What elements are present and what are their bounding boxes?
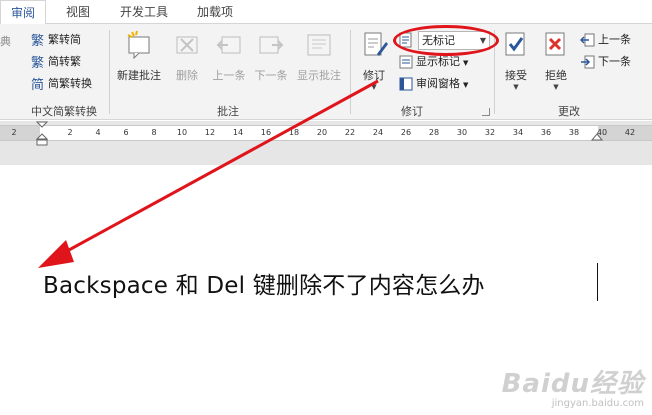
show-comments-button[interactable]: 显示批注 xyxy=(292,30,346,83)
ruler-tick: 32 xyxy=(484,128,496,137)
group-divider xyxy=(350,30,351,114)
reject-dropdown-arrow: ▼ xyxy=(553,83,559,91)
review-pane-dropdown-arrow: ▼ xyxy=(463,81,469,89)
ribbon: 典 繁繁转简 繁简转繁 简简繁转换 中文简繁转换 新建批注 删除 上一条 下一条 xyxy=(0,24,652,120)
show-comments-icon xyxy=(292,30,346,63)
delete-comment-button[interactable]: 删除 xyxy=(168,30,206,83)
ribbon-tab-bar: 审阅 视图 开发工具 加载项 xyxy=(0,0,652,25)
ruler-left-margin xyxy=(0,126,40,140)
accept-dropdown-arrow: ▼ xyxy=(513,83,519,91)
next-comment-icon xyxy=(250,30,292,63)
ruler-tick: 26 xyxy=(400,128,412,137)
text-cursor xyxy=(597,263,598,301)
trad-to-simp-icon: 繁 xyxy=(30,32,46,49)
truncated-button-label: 典 xyxy=(0,35,11,48)
watermark-logo: Baidu经验 xyxy=(501,369,644,399)
ruler-tick: 18 xyxy=(288,128,300,137)
accept-button[interactable]: 接受 ▼ xyxy=(498,30,534,91)
previous-change-label: 上一条 xyxy=(598,33,631,46)
horizontal-ruler[interactable]: 2 2 4 6 8 10 12 14 16 18 20 22 24 26 28 … xyxy=(0,125,652,141)
ruler-tick: 4 xyxy=(95,128,101,137)
next-comment-button[interactable]: 下一条 xyxy=(250,30,292,83)
review-pane-icon xyxy=(398,76,414,92)
show-markup-dropdown-arrow: ▼ xyxy=(463,59,469,67)
svg-text:繁: 繁 xyxy=(31,33,44,48)
review-pane-label: 审阅窗格 xyxy=(416,77,460,90)
next-comment-label: 下一条 xyxy=(254,69,288,82)
chinese-conversion-group-label: 中文简繁转换 xyxy=(31,105,97,118)
reject-icon xyxy=(538,30,574,63)
track-changes-icon xyxy=(356,30,392,63)
ruler-tick: 24 xyxy=(372,128,384,137)
svg-text:繁: 繁 xyxy=(31,55,44,70)
previous-comment-icon xyxy=(208,30,250,63)
next-change-icon xyxy=(580,54,596,70)
delete-comment-icon xyxy=(168,30,206,63)
tab-developer[interactable]: 开发工具 xyxy=(108,0,180,24)
convert-icon: 简 xyxy=(30,76,46,93)
accept-icon xyxy=(498,30,534,63)
indent-marker-icon[interactable] xyxy=(36,121,48,151)
document-page[interactable]: Backspace 和 Del 键删除不了内容怎么办 Baidu经验 jingy… xyxy=(0,165,652,415)
ruler-tick: 2 xyxy=(11,128,17,137)
ruler-tick: 38 xyxy=(568,128,580,137)
changes-group-label: 更改 xyxy=(558,105,580,118)
ruler-tick: 12 xyxy=(204,128,216,137)
tracking-dialog-launcher-icon[interactable] xyxy=(482,108,490,116)
track-changes-dropdown-arrow: ▼ xyxy=(371,83,377,91)
ruler-tick: 8 xyxy=(151,128,157,137)
watermark: Baidu经验 jingyan.baidu.com xyxy=(502,363,644,409)
ruler-tick: 16 xyxy=(260,128,272,137)
reject-label: 拒绝 xyxy=(545,69,567,82)
previous-change-button[interactable]: 上一条 xyxy=(579,30,631,50)
tab-addins[interactable]: 加载项 xyxy=(186,0,244,24)
ruler-tick: 30 xyxy=(456,128,468,137)
trad-to-simp-button[interactable]: 繁繁转简 xyxy=(30,30,81,50)
ruler-tick: 10 xyxy=(176,128,188,137)
simp-to-trad-button[interactable]: 繁简转繁 xyxy=(30,52,81,72)
ruler-tick: 14 xyxy=(232,128,244,137)
ruler-tick: 20 xyxy=(316,128,328,137)
tab-review[interactable]: 审阅 xyxy=(0,0,46,25)
delete-comment-label: 删除 xyxy=(176,69,198,82)
new-comment-button[interactable]: 新建批注 xyxy=(112,30,166,83)
show-markup-icon xyxy=(398,54,414,70)
review-pane-button[interactable]: 审阅窗格 ▼ xyxy=(398,74,468,94)
ruler-tick: 28 xyxy=(428,128,440,137)
reject-button[interactable]: 拒绝 ▼ xyxy=(538,30,574,91)
previous-change-icon xyxy=(579,32,596,48)
simp-to-trad-label: 简转繁 xyxy=(48,55,81,68)
simp-to-trad-icon: 繁 xyxy=(30,54,46,71)
annotation-highlight-ellipse xyxy=(393,25,499,56)
ruler-tick: 34 xyxy=(512,128,524,137)
track-changes-label: 修订 xyxy=(363,69,385,82)
document-body-text[interactable]: Backspace 和 Del 键删除不了内容怎么办 xyxy=(43,266,485,300)
show-markup-label: 显示标记 xyxy=(416,55,460,68)
next-change-label: 下一条 xyxy=(598,55,631,68)
ruler-tick: 42 xyxy=(624,128,636,137)
accept-label: 接受 xyxy=(505,69,527,82)
ruler-tick: 6 xyxy=(123,128,129,137)
svg-text:简: 简 xyxy=(31,77,44,92)
convert-label: 简繁转换 xyxy=(48,77,92,90)
new-comment-label: 新建批注 xyxy=(117,69,161,82)
ruler-tick: 22 xyxy=(344,128,356,137)
ruler-tick: 36 xyxy=(540,128,552,137)
ruler-area: 2 2 4 6 8 10 12 14 16 18 20 22 24 26 28 … xyxy=(0,121,652,165)
simp-trad-convert-button[interactable]: 简简繁转换 xyxy=(30,74,92,94)
new-comment-icon xyxy=(112,30,166,63)
previous-comment-label: 上一条 xyxy=(212,69,246,82)
tracking-group-label: 修订 xyxy=(401,105,423,118)
next-change-button[interactable]: 下一条 xyxy=(580,52,631,72)
show-comments-label: 显示批注 xyxy=(297,69,341,82)
track-changes-button[interactable]: 修订 ▼ xyxy=(356,30,392,91)
previous-comment-button[interactable]: 上一条 xyxy=(208,30,250,83)
tab-view[interactable]: 视图 xyxy=(56,0,100,24)
comments-group-label: 批注 xyxy=(217,105,239,118)
ruler-tick: 2 xyxy=(67,128,73,137)
trad-to-simp-label: 繁转简 xyxy=(48,33,81,46)
group-divider xyxy=(109,30,110,114)
right-indent-marker-icon[interactable] xyxy=(591,133,603,143)
